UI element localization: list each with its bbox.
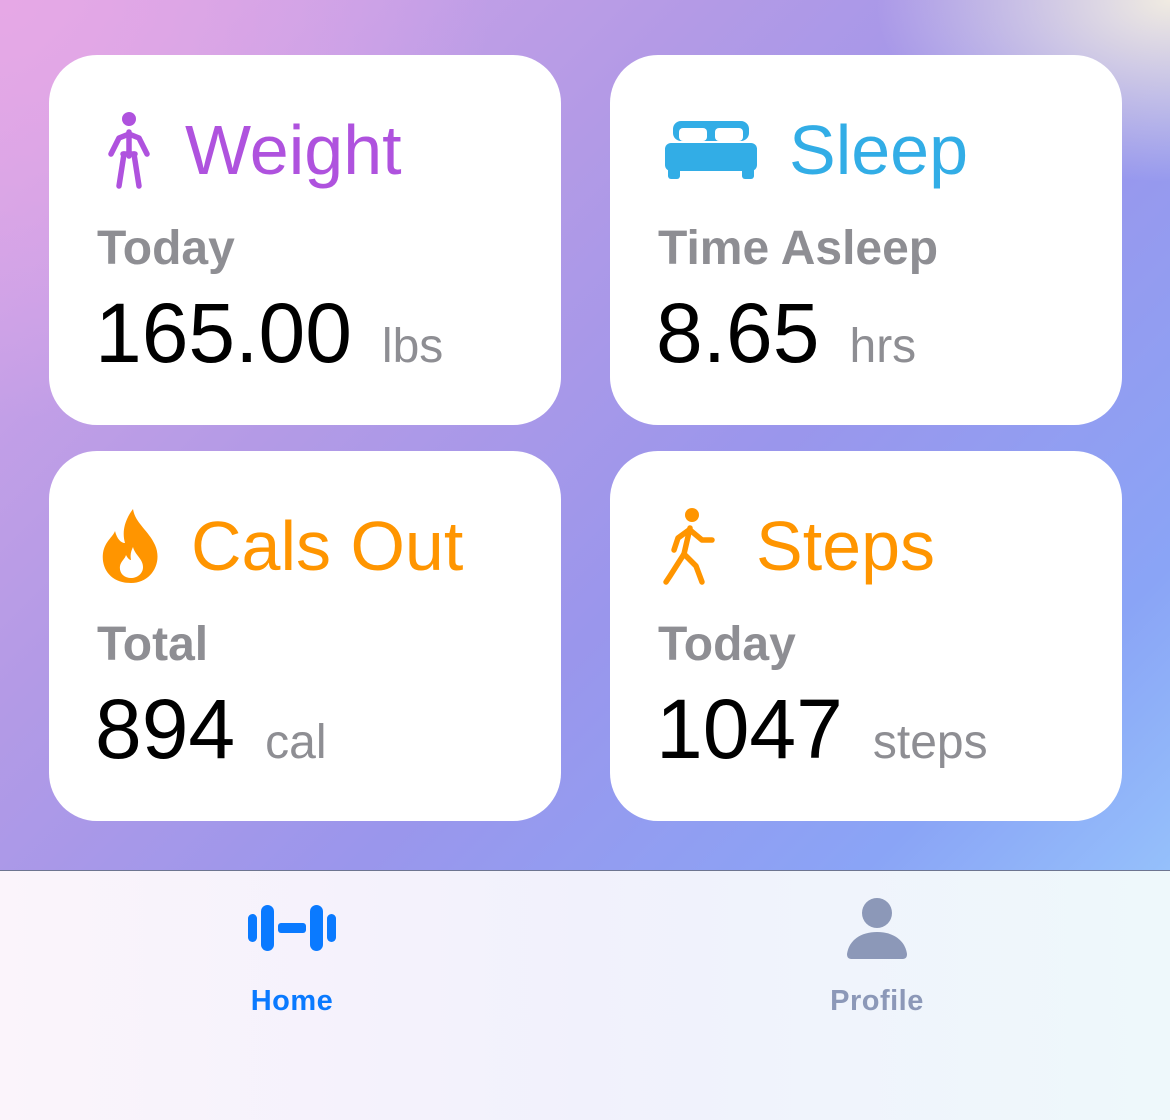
weight-card-subtitle: Today bbox=[97, 222, 235, 275]
steps-card-value: 1047 bbox=[656, 682, 843, 776]
steps-card-value-row: 1047 steps bbox=[656, 687, 988, 771]
person-icon bbox=[847, 893, 907, 963]
tab-profile-label: Profile bbox=[830, 985, 924, 1017]
sleep-card[interactable]: Sleep Time Asleep 8.65 hrs bbox=[610, 55, 1122, 425]
sleep-card-value-row: 8.65 hrs bbox=[656, 291, 916, 375]
cals-out-card-header: Cals Out bbox=[99, 506, 463, 586]
weight-card-unit: lbs bbox=[381, 320, 444, 373]
cals-out-card-value: 894 bbox=[95, 682, 236, 776]
tab-profile[interactable]: Profile bbox=[767, 893, 987, 1018]
cals-out-card-title: Cals Out bbox=[191, 507, 464, 585]
weight-card[interactable]: Weight Today 165.00 lbs bbox=[49, 55, 561, 425]
cals-out-card[interactable]: Cals Out Total 894 cal bbox=[49, 451, 561, 821]
tab-bar: Home Profile bbox=[0, 870, 1170, 1120]
cals-out-card-value-row: 894 cal bbox=[95, 687, 327, 771]
weight-card-header: Weight bbox=[99, 110, 402, 190]
weight-card-title: Weight bbox=[185, 111, 402, 189]
weight-card-value: 165.00 bbox=[95, 286, 352, 380]
sleep-card-unit: hrs bbox=[849, 320, 917, 373]
cals-out-card-unit: cal bbox=[265, 716, 327, 769]
cals-out-card-subtitle: Total bbox=[97, 618, 209, 671]
figure-walking-icon bbox=[660, 506, 720, 586]
sleep-card-header: Sleep bbox=[665, 110, 968, 190]
steps-card-title: Steps bbox=[756, 507, 935, 585]
sleep-card-title: Sleep bbox=[789, 111, 969, 189]
steps-card-header: Steps bbox=[660, 506, 935, 586]
sleep-card-value: 8.65 bbox=[656, 286, 820, 380]
flame-icon bbox=[99, 507, 163, 585]
bed-icon bbox=[665, 119, 757, 181]
weight-card-value-row: 165.00 lbs bbox=[95, 291, 443, 375]
tab-home-label: Home bbox=[250, 985, 334, 1017]
sleep-card-subtitle: Time Asleep bbox=[658, 222, 939, 275]
dumbbell-icon bbox=[248, 893, 336, 963]
steps-card-unit: steps bbox=[872, 716, 988, 769]
steps-card-subtitle: Today bbox=[658, 618, 796, 671]
person-standing-icon bbox=[99, 110, 159, 190]
tab-home[interactable]: Home bbox=[182, 893, 402, 1018]
steps-card[interactable]: Steps Today 1047 steps bbox=[610, 451, 1122, 821]
